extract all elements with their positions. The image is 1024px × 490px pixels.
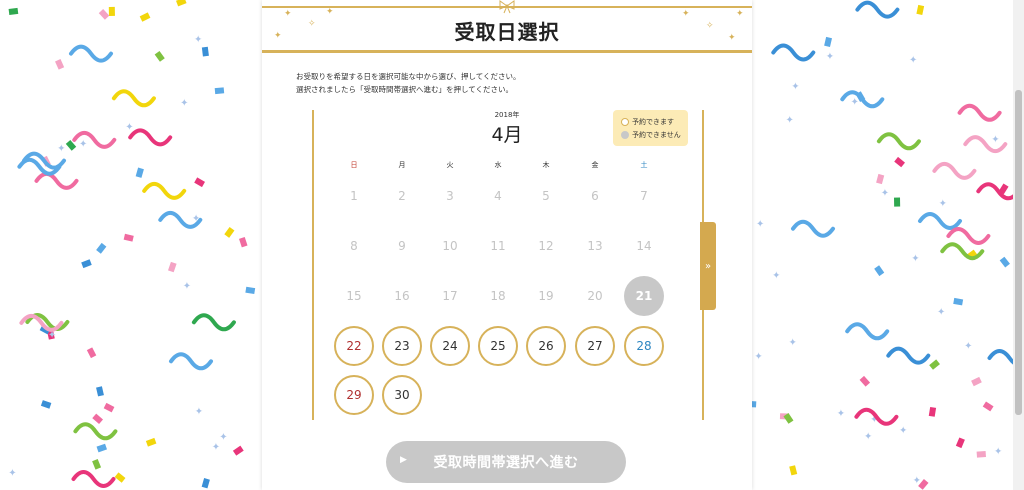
svg-text:✦: ✦ xyxy=(864,432,872,443)
calendar-day-28[interactable]: 28 xyxy=(624,326,664,366)
confetti-background-left: ✦ ✦ ✦ ✦ ✦ ✦ ✦ ✦ ✦ ✦ ✦ ✦ xyxy=(0,0,262,490)
legend-unavailable-label: 予約できません xyxy=(632,131,681,139)
calendar-day-10: 10 xyxy=(442,239,458,253)
legend-available: 予約できます xyxy=(621,117,674,127)
svg-text:✦: ✦ xyxy=(881,188,889,199)
proceed-button-label: 受取時間帯選択へ進む xyxy=(433,455,579,471)
svg-text:✦: ✦ xyxy=(57,144,65,155)
scrollbar-thumb[interactable] xyxy=(1015,90,1022,415)
calendar-day-17: 17 xyxy=(442,289,458,303)
calendar-day-19: 19 xyxy=(538,289,554,303)
page-title: 受取日選択 xyxy=(454,20,560,44)
availability-legend: 予約できます 予約できません xyxy=(613,110,688,146)
calendar-day-22[interactable]: 22 xyxy=(334,326,374,366)
play-arrow-icon: ▶ xyxy=(400,455,408,465)
calendar-day-14: 14 xyxy=(636,239,652,253)
calendar-day-4: 4 xyxy=(494,189,502,203)
ribbon-bow-icon xyxy=(499,0,515,14)
calendar-day-7: 7 xyxy=(640,189,648,203)
calendar-day-24[interactable]: 24 xyxy=(430,326,470,366)
svg-text:✦: ✦ xyxy=(851,97,859,108)
svg-text:✦: ✦ xyxy=(192,214,200,225)
weekday-label: 水 xyxy=(494,161,502,169)
svg-text:✦: ✦ xyxy=(125,122,133,133)
svg-text:✦: ✦ xyxy=(789,338,797,349)
calendar-day-8: 8 xyxy=(350,239,358,253)
svg-text:✦: ✦ xyxy=(791,81,799,92)
legend-unavailable: 予約できません xyxy=(621,130,681,140)
weekday-label: 土 xyxy=(640,161,648,169)
confetti-background-right: ✦ ✦ ✦ ✦ ✦ ✦ ✦ ✦ ✦ ✦ ✦ ✦ ✦ ✦ ✦ ✦ ✦ ✦ ✦ ✦ ✦ xyxy=(752,0,1013,490)
page-header: ✦ ✧ ✦ ✦ ✦ ✧ ✦ ✦ 受取日選択 xyxy=(262,0,752,58)
weekday-label: 火 xyxy=(446,161,454,169)
svg-text:✦: ✦ xyxy=(195,407,203,418)
svg-text:✦: ✦ xyxy=(8,468,16,479)
double-chevron-right-icon: » xyxy=(704,260,712,272)
svg-text:✦: ✦ xyxy=(991,134,999,145)
svg-text:✦: ✦ xyxy=(939,199,947,210)
calendar-day-30[interactable]: 30 xyxy=(382,375,422,415)
svg-text:✦: ✦ xyxy=(212,442,220,453)
weekday-label: 月 xyxy=(398,161,406,169)
calendar-day-6: 6 xyxy=(591,189,599,203)
calendar-day-29[interactable]: 29 xyxy=(334,375,374,415)
weekday-label: 金 xyxy=(591,161,599,169)
proceed-to-time-selection-button[interactable]: ▶ 受取時間帯選択へ進む xyxy=(386,441,626,483)
svg-text:✦: ✦ xyxy=(909,55,917,66)
calendar-day-1: 1 xyxy=(350,189,358,203)
calendar-day-5: 5 xyxy=(542,189,550,203)
calendar-day-15: 15 xyxy=(346,289,362,303)
svg-text:✦: ✦ xyxy=(937,307,945,318)
instruction-line: お受取りを希望する日を選択可能な中から選び、押してください。 xyxy=(296,72,521,81)
available-circle-icon xyxy=(621,118,629,126)
calendar-day-3: 3 xyxy=(446,189,454,203)
calendar-day-12: 12 xyxy=(538,239,554,253)
svg-text:✦: ✦ xyxy=(79,139,87,150)
calendar-day-18: 18 xyxy=(490,289,506,303)
svg-text:✦: ✦ xyxy=(964,341,972,352)
instruction-line: 選択されましたら「受取時間帯選択へ進む」を押してください。 xyxy=(296,85,514,94)
calendar-day-9: 9 xyxy=(398,239,406,253)
calendar-day-2: 2 xyxy=(398,189,406,203)
calendar-day-23[interactable]: 23 xyxy=(382,326,422,366)
svg-text:✦: ✦ xyxy=(756,219,764,230)
svg-text:✦: ✦ xyxy=(194,35,202,46)
page-scrollbar[interactable] xyxy=(1013,0,1024,490)
svg-text:✦: ✦ xyxy=(837,409,845,420)
calendar-day-16: 16 xyxy=(394,289,410,303)
unavailable-circle-icon xyxy=(621,131,629,139)
svg-text:✦: ✦ xyxy=(826,52,834,63)
instructions: お受取りを希望する日を選択可能な中から選び、押してください。 選択されましたら「… xyxy=(296,70,521,96)
calendar-day-27[interactable]: 27 xyxy=(575,326,615,366)
weekday-label: 木 xyxy=(542,161,550,169)
header-gold-line-bottom xyxy=(262,50,752,53)
svg-text:✦: ✦ xyxy=(994,446,1002,457)
svg-text:✦: ✦ xyxy=(786,115,794,126)
date-selection-panel: ✦ ✧ ✦ ✦ ✦ ✧ ✦ ✦ 受取日選択 お受取りを希望する日を選択可能な中か… xyxy=(262,0,752,490)
svg-text:✦: ✦ xyxy=(219,432,227,443)
svg-text:✦: ✦ xyxy=(772,271,780,282)
calendar-day-21: 21 xyxy=(624,276,664,316)
legend-available-label: 予約できます xyxy=(632,118,674,126)
next-month-tab[interactable]: » xyxy=(700,222,716,310)
calendar-day-26[interactable]: 26 xyxy=(526,326,566,366)
svg-text:✦: ✦ xyxy=(183,281,191,292)
svg-text:✦: ✦ xyxy=(754,352,762,363)
svg-text:✦: ✦ xyxy=(911,254,919,265)
svg-text:✦: ✦ xyxy=(899,426,907,437)
calendar-day-11: 11 xyxy=(490,239,506,253)
calendar-day-13: 13 xyxy=(587,239,603,253)
calendar-day-25[interactable]: 25 xyxy=(478,326,518,366)
svg-text:✦: ✦ xyxy=(913,475,921,486)
calendar-day-20: 20 xyxy=(587,289,603,303)
weekday-label: 日 xyxy=(350,161,358,169)
svg-text:✦: ✦ xyxy=(180,98,188,109)
